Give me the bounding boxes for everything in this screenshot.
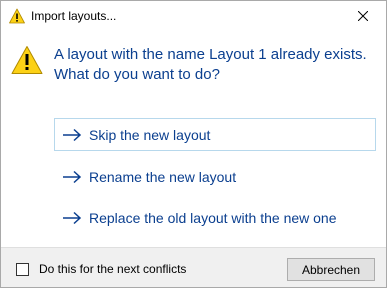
replace-old-layout-command[interactable]: Replace the old layout with the new one [54, 201, 376, 234]
arrow-right-icon [63, 211, 82, 224]
warning-icon [11, 46, 43, 74]
command-label: Replace the old layout with the new one [89, 209, 337, 226]
close-icon [358, 11, 368, 21]
rename-new-layout-command[interactable]: Rename the new layout [54, 160, 376, 193]
window-title: Import layouts... [31, 9, 117, 23]
next-conflicts-label[interactable]: Do this for the next conflicts [39, 262, 186, 277]
title-bar: Import layouts... [1, 1, 386, 31]
dialog-footer: Do this for the next conflicts Abbrechen [1, 247, 386, 287]
cancel-button[interactable]: Abbrechen [287, 258, 375, 281]
warning-icon [9, 8, 25, 24]
command-label: Rename the new layout [89, 168, 237, 185]
next-conflicts-checkbox[interactable] [16, 263, 29, 276]
arrow-right-icon [63, 170, 82, 183]
arrow-right-icon [63, 128, 82, 141]
skip-new-layout-command[interactable]: Skip the new layout [54, 118, 376, 151]
conflict-message: A layout with the name Layout 1 already … [54, 46, 367, 83]
import-layouts-dialog: Import layouts... A layout with the name… [0, 0, 387, 288]
command-label: Skip the new layout [89, 126, 211, 143]
close-button[interactable] [340, 1, 386, 31]
